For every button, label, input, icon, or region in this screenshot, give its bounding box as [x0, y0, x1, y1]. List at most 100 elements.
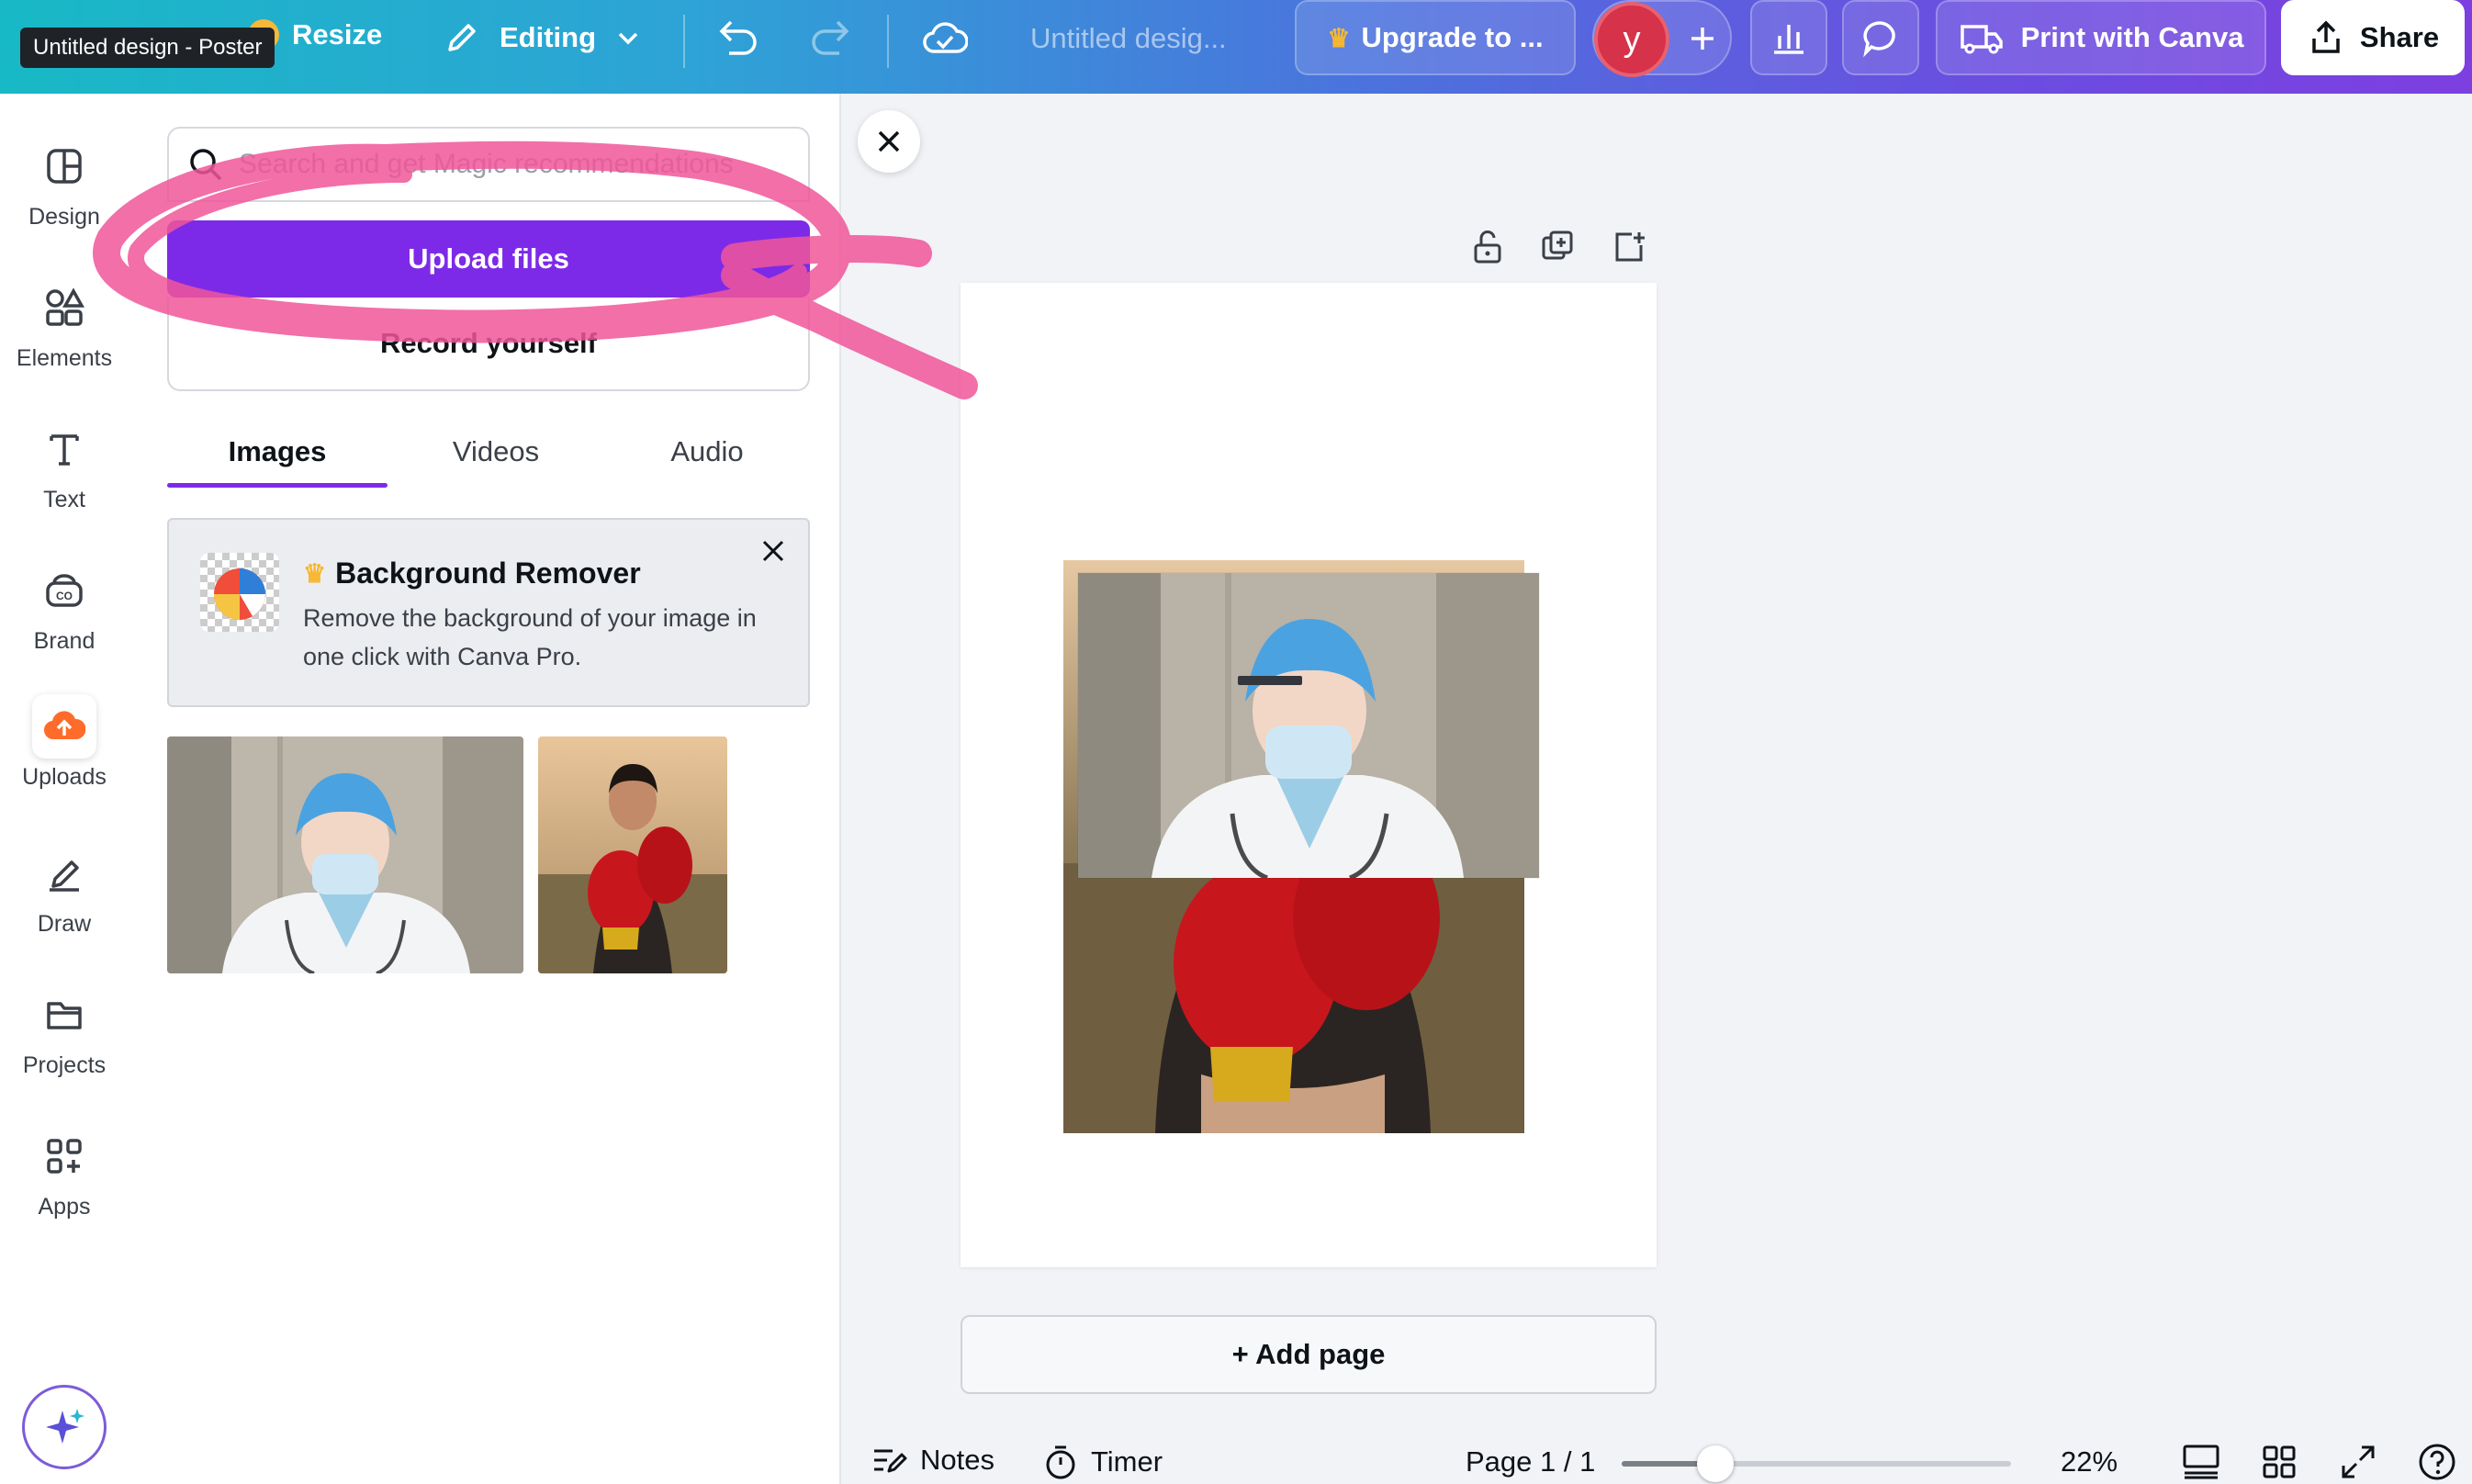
- add-page-button[interactable]: + Add page: [961, 1315, 1657, 1394]
- lock-page-button[interactable]: [1465, 224, 1511, 270]
- share-button[interactable]: Share: [2281, 0, 2465, 75]
- nav-label: Brand: [33, 628, 96, 654]
- uploaded-image-nurse[interactable]: [167, 736, 523, 973]
- pencil-icon: [448, 24, 476, 51]
- nav-label: Uploads: [22, 764, 107, 790]
- upload-files-button[interactable]: Upload files: [167, 220, 810, 298]
- resize-label: Resize: [292, 18, 383, 51]
- tab-images[interactable]: Images: [167, 415, 388, 489]
- crown-icon: ♛: [1327, 23, 1351, 52]
- editing-mode-button[interactable]: Editing: [443, 18, 642, 57]
- divider: [683, 15, 685, 68]
- nav-item-text[interactable]: Text: [0, 417, 129, 513]
- nav-label: Projects: [22, 1052, 107, 1078]
- left-nav: Design Elements Text CO Brand Uploads Dr…: [0, 94, 129, 1484]
- nav-label: Text: [43, 487, 85, 512]
- nav-label: Elements: [16, 345, 113, 371]
- zoom-slider-handle[interactable]: [1696, 1445, 1734, 1482]
- fullscreen-button[interactable]: [2340, 1444, 2376, 1480]
- page-view-icon: [2183, 1445, 2219, 1479]
- sparkle-icon: [46, 1409, 84, 1444]
- upgrade-button[interactable]: ♛ Upgrade to ...: [1295, 0, 1576, 75]
- grid-view-icon: [2263, 1445, 2296, 1478]
- promo-close-button[interactable]: [755, 533, 792, 569]
- redo-icon: [812, 20, 849, 55]
- canvas-image-nurse[interactable]: [1078, 573, 1539, 878]
- print-with-canva-button[interactable]: Print with Canva: [1936, 0, 2266, 75]
- design-page[interactable]: [961, 283, 1657, 1267]
- search-field[interactable]: Search and get Magic recommendations: [167, 127, 810, 202]
- text-icon: [32, 417, 96, 481]
- duplicate-icon: [1542, 230, 1573, 260]
- comment-icon: [1863, 21, 1895, 58]
- brand-icon: CO: [32, 558, 96, 623]
- elements-icon: [32, 275, 96, 340]
- zoom-level[interactable]: 22%: [2061, 1445, 2118, 1478]
- nav-item-projects[interactable]: Projects: [0, 983, 129, 1079]
- cloud-saved-icon[interactable]: [922, 18, 968, 59]
- nav-item-uploads[interactable]: Uploads: [0, 694, 129, 791]
- close-icon: [878, 130, 900, 152]
- share-label: Share: [2359, 21, 2440, 53]
- add-page-icon-button[interactable]: [1607, 224, 1653, 270]
- folder-icon: [32, 983, 96, 1047]
- help-button[interactable]: [2417, 1442, 2457, 1482]
- redo-button[interactable]: [808, 18, 852, 59]
- bar-chart-icon: [1774, 25, 1803, 54]
- tab-audio[interactable]: Audio: [604, 415, 810, 489]
- draw-icon: [32, 841, 96, 905]
- duplicate-page-button[interactable]: [1535, 224, 1581, 270]
- insights-button[interactable]: [1750, 0, 1827, 75]
- media-tabs: Images Videos Audio: [167, 415, 810, 489]
- truck-icon: [1960, 25, 2003, 54]
- nav-item-apps[interactable]: Apps: [0, 1124, 129, 1220]
- help-icon: [2419, 1444, 2455, 1480]
- title-tooltip: Untitled design - Poster: [20, 28, 275, 68]
- nav-item-brand[interactable]: CO Brand: [0, 558, 129, 655]
- search-placeholder: Search and get Magic recommendations: [239, 149, 734, 179]
- design-title[interactable]: Untitled desig...: [1030, 22, 1227, 55]
- active-tab-indicator: [167, 483, 388, 488]
- promo-title: ♛ Background Remover: [303, 556, 641, 590]
- comments-button[interactable]: [1842, 0, 1919, 75]
- search-icon: [190, 149, 222, 181]
- record-yourself-button[interactable]: Record yourself: [167, 298, 810, 391]
- nav-item-elements[interactable]: Elements: [0, 275, 129, 372]
- plus-icon: [1691, 28, 1714, 50]
- nav-item-draw[interactable]: Draw: [0, 841, 129, 938]
- crown-icon: ♛: [303, 559, 327, 588]
- nav-item-design[interactable]: Design: [0, 134, 129, 230]
- chevron-down-icon: [618, 32, 638, 45]
- avatar[interactable]: y: [1594, 2, 1669, 77]
- uploads-panel: Search and get Magic recommendations Upl…: [129, 94, 841, 1484]
- stopwatch-icon: [1046, 1445, 1075, 1479]
- notes-icon: [874, 1449, 907, 1473]
- upgrade-label: Upgrade to ...: [1361, 21, 1544, 53]
- undo-button[interactable]: [716, 18, 760, 59]
- grid-view-button[interactable]: [2261, 1444, 2298, 1480]
- close-icon: [762, 540, 784, 562]
- beach-ball-icon: [200, 553, 279, 632]
- print-label: Print with Canva: [2020, 21, 2244, 53]
- nav-label: Apps: [38, 1194, 91, 1220]
- share-icon: [2312, 20, 2340, 53]
- collapse-panel-button[interactable]: [858, 110, 920, 173]
- notes-button[interactable]: Notes: [871, 1444, 994, 1477]
- timer-button[interactable]: Timer: [1043, 1444, 1163, 1480]
- apps-icon: [32, 1124, 96, 1188]
- add-collaborator-button[interactable]: [1680, 17, 1725, 61]
- collaborators-group: y: [1592, 0, 1732, 77]
- top-bar: Resize Untitled design - Poster Editing …: [0, 0, 2472, 94]
- undo-icon: [719, 20, 757, 55]
- magic-sparkle-button[interactable]: [22, 1385, 107, 1469]
- avatar-initial: y: [1623, 19, 1641, 59]
- timer-label: Timer: [1091, 1445, 1163, 1478]
- nav-label: Draw: [37, 911, 92, 937]
- page-indicator[interactable]: Page 1 / 1: [1466, 1445, 1595, 1478]
- page-view-button[interactable]: [2182, 1444, 2220, 1480]
- editing-label: Editing: [500, 21, 597, 53]
- promo-title-text: Background Remover: [335, 556, 641, 590]
- uploaded-image-boxer[interactable]: [538, 736, 727, 973]
- tab-videos[interactable]: Videos: [388, 415, 604, 489]
- expand-icon: [2342, 1445, 2375, 1478]
